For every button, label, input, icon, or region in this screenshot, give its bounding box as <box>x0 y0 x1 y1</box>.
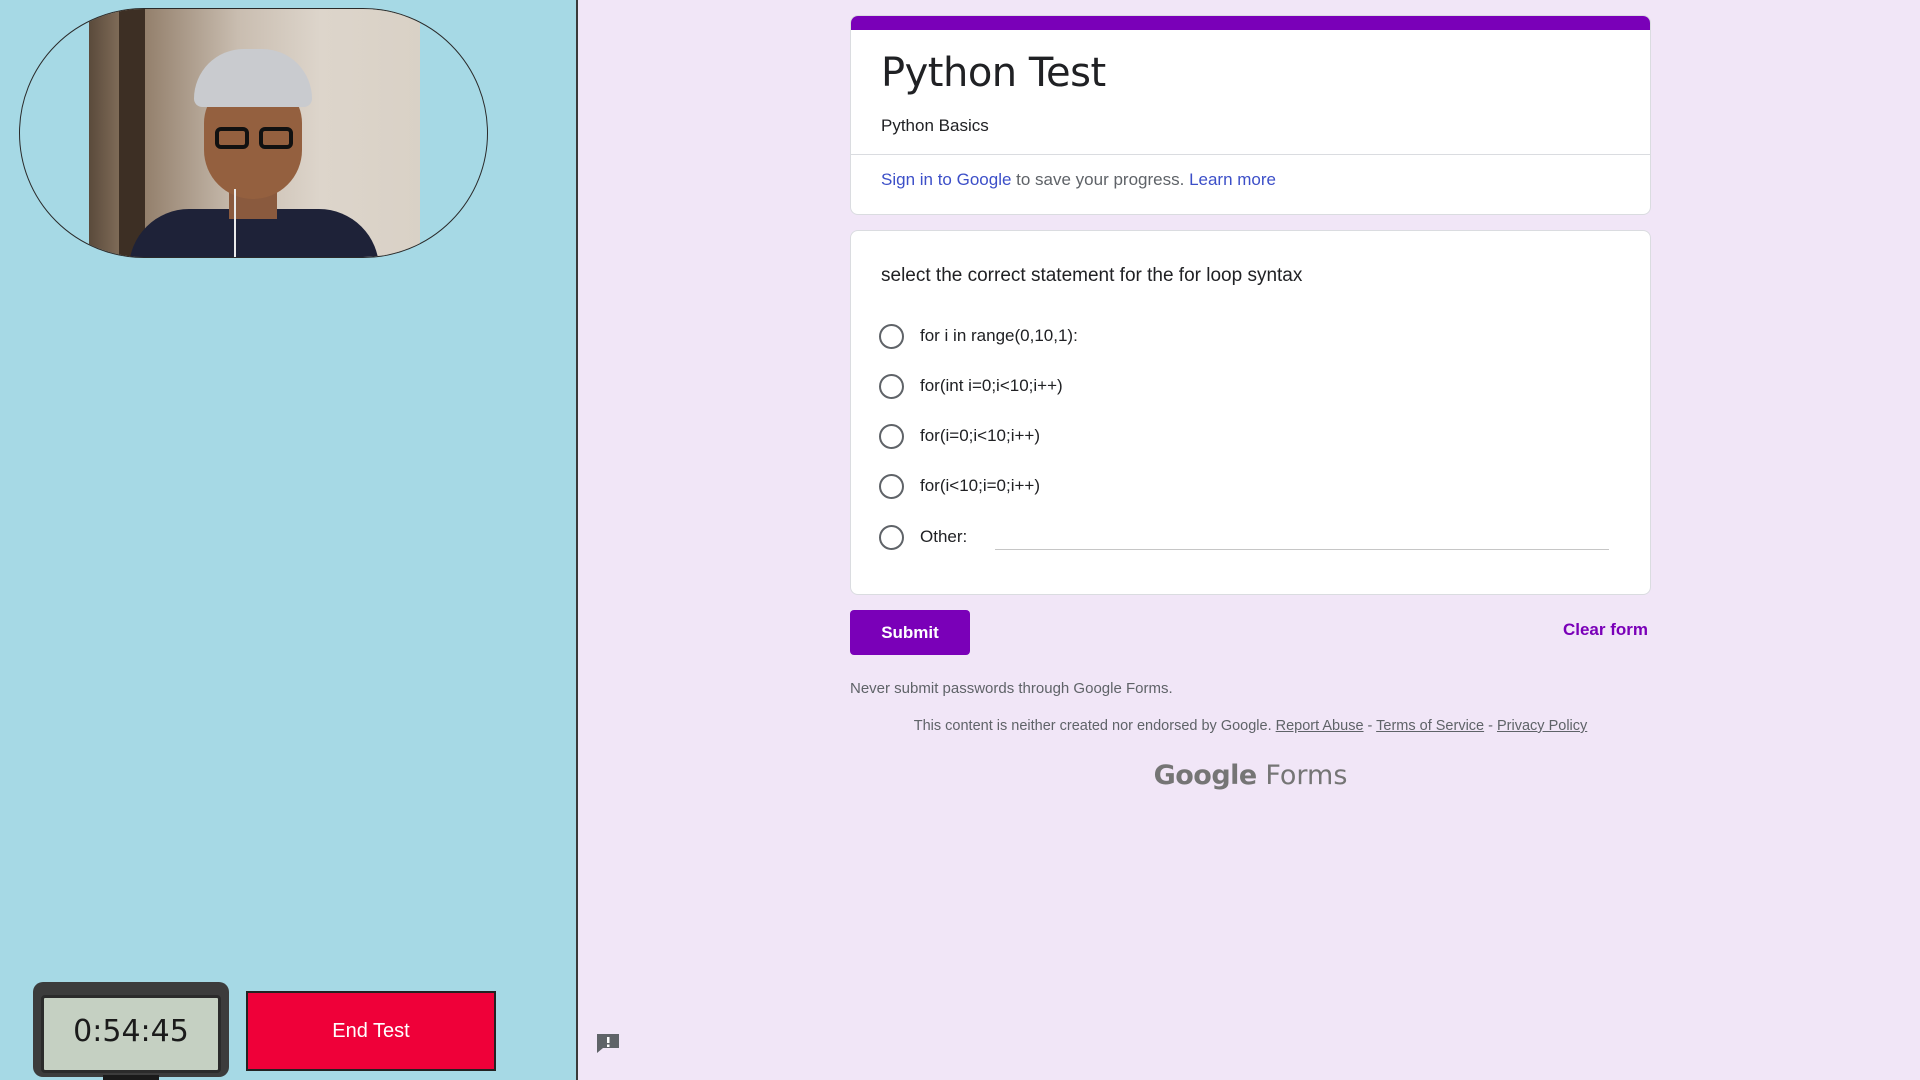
webcam-earphone <box>234 189 236 257</box>
radio-button[interactable] <box>879 373 904 399</box>
privacy-policy-link[interactable]: Privacy Policy <box>1497 718 1587 734</box>
webcam-glasses-left <box>215 127 249 149</box>
end-test-button[interactable]: End Test <box>246 991 496 1071</box>
radio-button[interactable] <box>879 524 904 550</box>
option-1[interactable]: for i in range(0,10,1): <box>879 321 1078 351</box>
header-divider <box>851 154 1650 155</box>
other-text-input[interactable] <box>995 549 1609 550</box>
sign-in-link[interactable]: Sign in to Google <box>881 170 1011 189</box>
option-label: for i in range(0,10,1): <box>920 326 1078 345</box>
form-header-card: Python Test Python Basics Sign in to Goo… <box>850 15 1651 215</box>
submit-button[interactable]: Submit <box>850 610 970 655</box>
proctor-panel: 0:54:45 End Test <box>0 0 576 1080</box>
radio-button[interactable] <box>879 423 904 449</box>
disclaimer-text: This content is neither created nor endo… <box>913 718 1276 734</box>
form-area: Python Test Python Basics Sign in to Goo… <box>576 0 1920 1080</box>
logo-google-word: Google <box>1153 760 1258 791</box>
footer-separator: - <box>1484 718 1498 734</box>
option-other[interactable]: Other: <box>879 522 967 552</box>
option-3[interactable]: for(i=0;i<10;i++) <box>879 421 1040 451</box>
password-warning: Never submit passwords through Google Fo… <box>850 680 1173 697</box>
learn-more-link[interactable]: Learn more <box>1189 170 1276 189</box>
radio-button[interactable] <box>879 473 904 499</box>
option-label: for(i<10;i=0;i++) <box>920 476 1041 495</box>
terms-of-service-link[interactable]: Terms of Service <box>1376 718 1484 734</box>
timer-value: 0:54:45 <box>73 1014 189 1049</box>
question-text: select the correct statement for the for… <box>881 265 1303 286</box>
footer-separator: - <box>1363 718 1377 734</box>
webcam-frame <box>19 8 488 258</box>
signin-line: Sign in to Google to save your progress.… <box>881 170 1276 190</box>
logo-forms-word: Forms <box>1265 760 1348 791</box>
signin-middle-text: to save your progress. <box>1011 170 1190 189</box>
clear-form-button[interactable]: Clear form <box>1548 620 1648 640</box>
option-label: for(i=0;i<10;i++) <box>920 426 1041 445</box>
option-2[interactable]: for(int i=0;i<10;i++) <box>879 371 1063 401</box>
form-subtitle: Python Basics <box>881 116 989 135</box>
google-forms-logo[interactable]: Google Forms <box>850 760 1651 791</box>
timer-screen: 0:54:45 <box>41 995 221 1073</box>
option-4[interactable]: for(i<10;i=0;i++) <box>879 471 1040 501</box>
option-label: Other: <box>920 527 968 546</box>
report-problem-icon[interactable] <box>595 1032 621 1054</box>
header-accent-bar <box>851 16 1650 30</box>
webcam-glasses-right <box>259 127 293 149</box>
report-abuse-link[interactable]: Report Abuse <box>1276 718 1364 734</box>
radio-button[interactable] <box>879 323 904 349</box>
question-card: select the correct statement for the for… <box>850 230 1651 595</box>
option-label: for(int i=0;i<10;i++) <box>920 376 1063 395</box>
webcam-video <box>89 9 420 257</box>
form-title: Python Test <box>881 50 1106 96</box>
countdown-timer: 0:54:45 <box>33 982 229 1080</box>
footer-disclaimer: This content is neither created nor endo… <box>850 718 1651 734</box>
timer-stand <box>103 1075 159 1080</box>
webcam-door <box>119 9 145 257</box>
